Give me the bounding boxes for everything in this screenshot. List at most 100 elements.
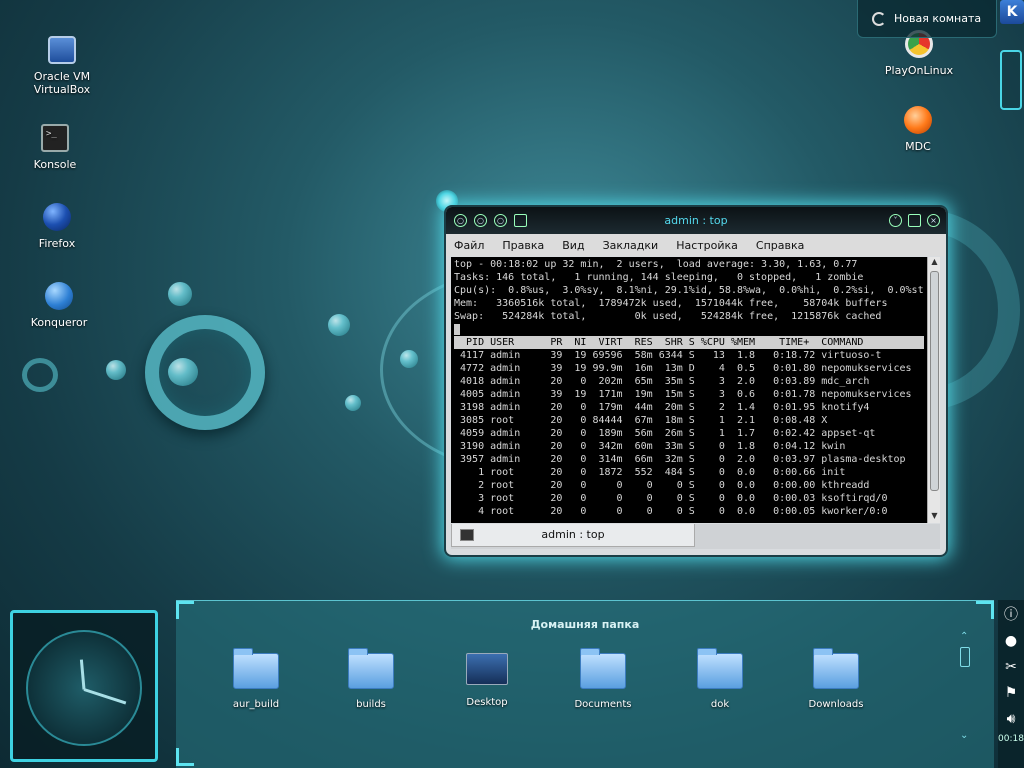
wallpaper-bubble: [345, 395, 361, 411]
menu-view[interactable]: Вид: [562, 239, 584, 252]
terminal-tab-icon: [460, 529, 474, 541]
top-summary-line: Swap: 524284k total, 0k used, 524284k fr…: [454, 311, 882, 322]
folder-icon: [580, 648, 626, 689]
desktop-icon-konsole[interactable]: >_ Konsole: [10, 124, 100, 171]
scrollbar-thumb[interactable]: [930, 271, 939, 491]
virtualbox-icon: [48, 36, 76, 64]
scroll-down-icon[interactable]: ⌄: [960, 730, 968, 741]
top-summary-line: Cpu(s): 0.8%us, 3.0%sy, 8.1%ni, 29.1%id,…: [454, 285, 924, 296]
desktop-icon-label: Firefox: [38, 237, 76, 250]
folder-icon: [813, 648, 859, 689]
tab-label: admin : top: [541, 528, 605, 541]
desktop-icon-konqueror[interactable]: Konqueror: [14, 282, 104, 329]
folder-item[interactable]: Desktop: [437, 653, 537, 708]
process-row: 4018 admin 20 0 202m 65m 35m S 3 2.0 0:0…: [454, 376, 870, 387]
process-row: 4117 admin 39 19 69596 58m 6344 S 13 1.8…: [454, 350, 882, 361]
folder-icon: [697, 648, 743, 689]
folder-item[interactable]: Documents: [553, 648, 653, 710]
menu-settings[interactable]: Настройка: [676, 239, 738, 252]
kde-menu-icon[interactable]: K: [1000, 0, 1024, 24]
activity-icon: [872, 11, 886, 26]
folder-label: aur_build: [232, 699, 280, 710]
desktop-icon-firefox[interactable]: Firefox: [12, 203, 102, 250]
close-icon[interactable]: ×: [927, 214, 940, 227]
desktop-icon-virtualbox[interactable]: Oracle VM VirtualBox: [17, 36, 107, 96]
wallpaper-ring: [22, 358, 58, 392]
desktop-icon-label: Konsole: [33, 158, 77, 171]
process-row: 3 root 20 0 0 0 0 S 0 0.0 0:00.03 ksofti…: [454, 493, 888, 504]
folder-item[interactable]: dok: [670, 648, 770, 710]
terminal-icon: >_: [41, 124, 69, 152]
folder-view-title: Домашняя папка: [530, 618, 640, 631]
title-bar[interactable]: ○ ○ ○ admin : top ˅ ×: [446, 207, 946, 234]
network-icon[interactable]: ●: [1000, 630, 1022, 652]
keyboard-layout-flag-icon[interactable]: ⚑: [1000, 682, 1022, 704]
scroll-down-icon[interactable]: ▼: [928, 511, 941, 523]
tab-admin-top[interactable]: admin : top: [451, 524, 695, 547]
terminal-scrollbar[interactable]: ▲ ▼: [927, 257, 940, 523]
analog-clock-widget[interactable]: [0, 598, 170, 768]
tray-clock[interactable]: 00:18: [998, 734, 1024, 744]
scrollbar-thumb[interactable]: [960, 647, 970, 667]
activity-widget[interactable]: Новая комната: [857, 0, 997, 38]
desktop-icon-mdc[interactable]: MDC: [873, 106, 963, 153]
menu-edit[interactable]: Правка: [502, 239, 544, 252]
maximize-icon[interactable]: [908, 214, 921, 227]
top-summary-line: Tasks: 146 total, 1 running, 144 sleepin…: [454, 272, 864, 283]
process-row: 4772 admin 39 19 99.9m 16m 13m D 4 0.5 0…: [454, 363, 912, 374]
process-table-header: PID USER PR NI VIRT RES SHR S %CPU %MEM …: [454, 336, 924, 349]
menu-bookmarks[interactable]: Закладки: [603, 239, 659, 252]
wallpaper-bubble: [106, 360, 126, 380]
folder-item[interactable]: Downloads: [786, 648, 886, 710]
wallpaper-bubble: [328, 314, 350, 336]
process-row: 3190 admin 20 0 342m 60m 33m S 0 1.8 0:0…: [454, 441, 846, 452]
menu-help[interactable]: Справка: [756, 239, 804, 252]
wallpaper-ring: [145, 315, 265, 430]
konsole-window[interactable]: ○ ○ ○ admin : top ˅ × Файл Правка Вид За…: [446, 207, 946, 555]
wallpaper-bubble: [168, 358, 198, 386]
keep-above-icon[interactable]: ○: [494, 214, 507, 227]
folder-label: builds: [356, 699, 386, 710]
menu-bar: Файл Правка Вид Закладки Настройка Справ…: [446, 234, 946, 256]
process-row: 4 root 20 0 0 0 0 S 0 0.0 0:00.05 kworke…: [454, 506, 888, 517]
process-row: 4059 admin 20 0 189m 56m 26m S 1 1.7 0:0…: [454, 428, 876, 439]
info-icon[interactable]: ⓘ: [1000, 604, 1022, 626]
konqueror-icon: [45, 282, 73, 310]
firefox-icon: [43, 203, 71, 231]
process-row: 2 root 20 0 0 0 0 S 0 0.0 0:00.00 kthrea…: [454, 480, 870, 491]
process-row: 3085 root 20 0 84444 67m 18m S 1 2.1 0:0…: [454, 415, 828, 426]
desktop-icon-label: Oracle VM VirtualBox: [33, 70, 91, 96]
folder-item[interactable]: aur_build: [206, 648, 306, 710]
window-menu-icon[interactable]: ○: [454, 214, 467, 227]
tab-bar: admin : top: [451, 524, 940, 549]
minimize-icon[interactable]: ˅: [889, 214, 902, 227]
desktop-folder-icon: [466, 653, 508, 685]
terminal-output[interactable]: top - 00:18:02 up 32 min, 2 users, load …: [451, 257, 927, 523]
scroll-up-icon[interactable]: ▲: [928, 257, 941, 269]
folder-label: dok: [710, 699, 730, 710]
system-tray: ⓘ ● ✂ ⚑ 🔊︎ 00:18: [998, 600, 1024, 768]
scissors-icon[interactable]: ✂: [1000, 656, 1022, 678]
terminal-app-icon: [514, 214, 527, 227]
folder-label: Documents: [574, 699, 632, 710]
corner-decoration: [976, 601, 994, 619]
pager-widget[interactable]: [1000, 50, 1022, 110]
folder-icon: [233, 648, 279, 689]
on-all-desktops-icon[interactable]: ○: [474, 214, 487, 227]
mdc-icon: [904, 106, 932, 134]
process-row: 4005 admin 39 19 171m 19m 15m S 3 0.6 0:…: [454, 389, 912, 400]
desktop-icon-label: MDC: [905, 140, 931, 153]
right-panel: ⓘ ● ✂ ⚑ 🔊︎ 00:18: [998, 40, 1024, 768]
activity-label: Новая комната: [894, 12, 982, 25]
folder-view-widget: Домашняя папка aur_build builds Desktop …: [176, 600, 994, 768]
scroll-up-icon[interactable]: ⌃: [960, 631, 968, 642]
menu-file[interactable]: Файл: [454, 239, 484, 252]
folder-item[interactable]: builds: [321, 648, 421, 710]
corner-decoration: [176, 748, 194, 766]
folder-view-scrollbar[interactable]: ⌃ ⌄: [958, 631, 972, 741]
folder-label: Desktop: [466, 697, 508, 708]
process-row: 3957 admin 20 0 314m 66m 32m S 0 2.0 0:0…: [454, 454, 906, 465]
volume-icon[interactable]: 🔊︎: [1000, 708, 1022, 730]
top-summary-line: Mem: 3360516k total, 1789472k used, 1571…: [454, 298, 888, 309]
process-row: 3198 admin 20 0 179m 44m 20m S 2 1.4 0:0…: [454, 402, 870, 413]
